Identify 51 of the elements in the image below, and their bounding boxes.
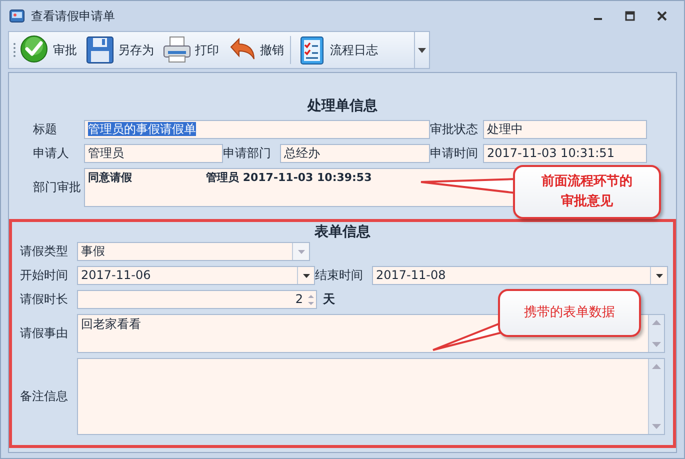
field-label: 标题	[33, 121, 58, 138]
dropdown-field[interactable]: 2017-11-06	[77, 266, 315, 285]
field-label: 备注信息	[20, 388, 69, 405]
field-label: 请假事由	[20, 325, 69, 342]
text-field[interactable]: 2017-11-03 10:31:51	[483, 144, 647, 163]
toolbar-button[interactable]: 流程日志	[293, 33, 382, 67]
text-field[interactable]: 总经办	[280, 144, 430, 163]
overflow-button[interactable]	[414, 32, 429, 68]
field-label: 申请时间	[430, 145, 479, 162]
field-label: 请假时长	[20, 291, 69, 308]
text-field[interactable]: 管理员的事假请假单	[84, 120, 430, 139]
section-heading: 表单信息	[314, 223, 372, 241]
app-icon	[9, 8, 25, 24]
scroll-down-icon[interactable]	[652, 424, 661, 429]
text-field[interactable]: 处理中	[483, 120, 647, 139]
field-label: 请假类型	[20, 243, 69, 260]
window-title: 查看请假申请单	[31, 8, 115, 24]
scrollbar[interactable]	[648, 315, 664, 352]
toolbar-button[interactable]: 打印	[158, 33, 223, 67]
caret-icon	[302, 274, 310, 278]
callout-tooltip: 携带的表单数据	[498, 289, 641, 337]
field-label: 申请人	[33, 145, 70, 162]
dropdown-field[interactable]: 2017-11-08	[372, 266, 668, 285]
field-label: 结束时间	[315, 267, 364, 284]
number-field[interactable]: 2	[77, 290, 317, 309]
field-label: 部门审批	[33, 179, 82, 196]
maximize-icon[interactable]	[624, 10, 636, 22]
approval-signature: 管理员 2017-11-03 10:39:53	[206, 170, 372, 185]
scroll-up-icon[interactable]	[652, 364, 661, 369]
field-label: 申请部门	[223, 145, 272, 162]
scrollbar[interactable]	[648, 359, 664, 434]
text-field[interactable]: 管理员	[84, 144, 223, 163]
field-label: 审批状态	[430, 121, 479, 138]
callout-tooltip: 前面流程环节的审批意见	[513, 165, 661, 219]
check-circle-icon	[20, 35, 50, 65]
caret-icon	[656, 274, 662, 278]
unit-label: 天	[323, 291, 335, 308]
grip-icon[interactable]	[13, 42, 16, 58]
scroll-up-icon[interactable]	[652, 320, 661, 325]
scroll-down-icon[interactable]	[652, 342, 661, 347]
approval-opinion: 同意请假	[88, 170, 133, 185]
section-heading: 处理单信息	[306, 97, 378, 115]
field-label: 开始时间	[20, 267, 69, 284]
toolbar-button[interactable]: 审批	[16, 33, 81, 67]
printer-icon	[162, 35, 192, 65]
caret-icon	[418, 48, 426, 52]
toolbar-button[interactable]: 撤销	[223, 33, 288, 67]
toolbar-button[interactable]: 另存为	[81, 33, 158, 67]
caret-icon	[298, 250, 304, 254]
text-area[interactable]	[77, 358, 665, 435]
close-icon[interactable]	[656, 10, 668, 22]
